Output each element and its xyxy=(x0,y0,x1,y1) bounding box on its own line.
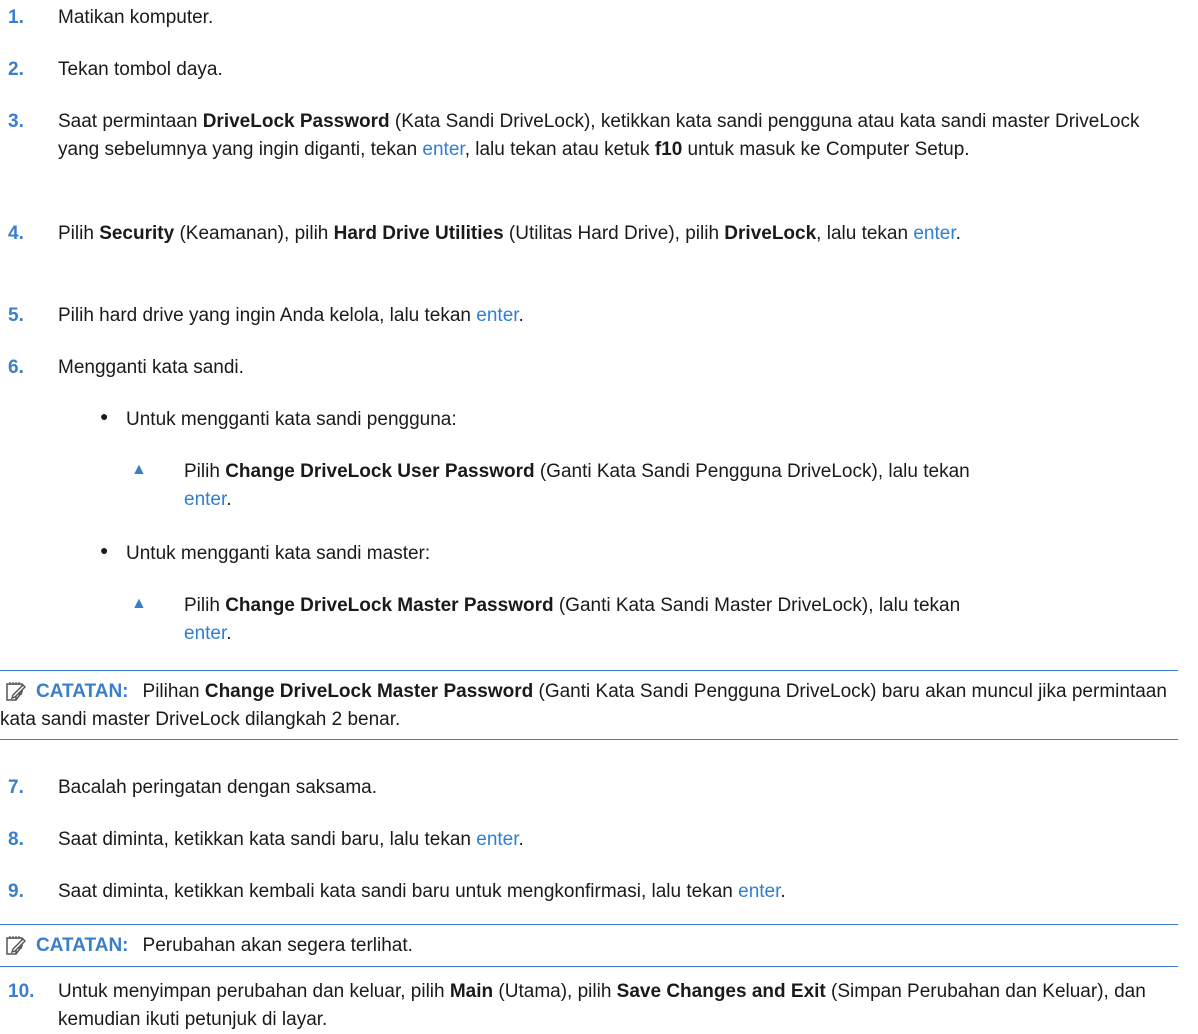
step-number: 3. xyxy=(8,111,24,132)
step-number: 10. xyxy=(8,981,35,1002)
triangle-icon: ▲ xyxy=(131,461,147,478)
step-number: 1. xyxy=(8,7,24,28)
step-7: 7. Bacalah peringatan dengan saksama. xyxy=(0,774,1178,802)
step-4: 4. Pilih Security (Keamanan), pilih Hard… xyxy=(0,220,1178,248)
enter-key-link[interactable]: enter xyxy=(738,881,780,902)
note-text: CATATAN: Pilihan Change DriveLock Master … xyxy=(0,681,1167,730)
enter-key-link[interactable]: enter xyxy=(184,623,226,644)
note-icon xyxy=(6,682,26,701)
enter-key-link[interactable]: enter xyxy=(913,223,955,244)
note-label: CATATAN: xyxy=(36,681,129,702)
note-box: CATATAN: Perubahan akan segera terlihat. xyxy=(0,924,1178,967)
enter-key-link[interactable]: enter xyxy=(184,489,226,510)
note-text: CATATAN: Perubahan akan segera terlihat. xyxy=(36,935,413,956)
action-text: Pilih Change DriveLock User Password (Ga… xyxy=(184,461,970,510)
note-box: CATATAN: Pilihan Change DriveLock Master … xyxy=(0,670,1178,741)
enter-key-link[interactable]: enter xyxy=(476,305,518,326)
sub-item-user-password: ● Untuk mengganti kata sandi pengguna: xyxy=(0,406,1178,434)
step-number: 8. xyxy=(8,829,24,850)
step-3: 3. Saat permintaan DriveLock Password (K… xyxy=(0,108,1178,163)
bullet-icon: ● xyxy=(100,542,109,558)
action-text: Pilih Change DriveLock Master Password (… xyxy=(184,595,961,644)
step-text: Saat diminta, ketikkan kembali kata sand… xyxy=(58,881,786,902)
bullet-icon: ● xyxy=(100,408,109,424)
step-text: Pilih hard drive yang ingin Anda kelola,… xyxy=(58,305,524,326)
step-8: 8. Saat diminta, ketikkan kata sandi bar… xyxy=(0,826,1178,854)
step-10: 10. Untuk menyimpan perubahan dan keluar… xyxy=(0,978,1178,1033)
step-9: 9. Saat diminta, ketikkan kembali kata s… xyxy=(0,878,1178,906)
action-change-user-password: ▲ Pilih Change DriveLock User Password (… xyxy=(0,458,1178,513)
step-text: Saat permintaan DriveLock Password (Kata… xyxy=(58,111,1140,160)
sub-item-label: Untuk mengganti kata sandi master: xyxy=(126,543,431,564)
note-label: CATATAN: xyxy=(36,935,129,956)
step-1: 1. Matikan komputer. xyxy=(0,4,1178,32)
action-change-master-password: ▲ Pilih Change DriveLock Master Password… xyxy=(0,592,1178,647)
step-text: Matikan komputer. xyxy=(58,7,214,28)
step-text: Tekan tombol daya. xyxy=(58,59,223,80)
triangle-icon: ▲ xyxy=(131,595,147,612)
document-page: 1. Matikan komputer. 2. Tekan tombol day… xyxy=(0,0,1198,1034)
step-number: 4. xyxy=(8,223,24,244)
step-2: 2. Tekan tombol daya. xyxy=(0,56,1178,84)
sub-item-label: Untuk mengganti kata sandi pengguna: xyxy=(126,409,457,430)
enter-key-link[interactable]: enter xyxy=(476,829,518,850)
sub-item-master-password: ● Untuk mengganti kata sandi master: xyxy=(0,540,1178,568)
step-number: 5. xyxy=(8,305,24,326)
note-icon xyxy=(6,936,26,955)
step-number: 9. xyxy=(8,881,24,902)
step-number: 6. xyxy=(8,357,24,378)
step-text: Untuk menyimpan perubahan dan keluar, pi… xyxy=(58,981,1146,1030)
step-text: Bacalah peringatan dengan saksama. xyxy=(58,777,378,798)
step-6: 6. Mengganti kata sandi. xyxy=(0,354,1178,382)
step-text: Saat diminta, ketikkan kata sandi baru, … xyxy=(58,829,524,850)
step-text: Mengganti kata sandi. xyxy=(58,357,244,378)
step-5: 5. Pilih hard drive yang ingin Anda kelo… xyxy=(0,302,1178,330)
step-text: Pilih Security (Keamanan), pilih Hard Dr… xyxy=(58,223,961,244)
enter-key-link[interactable]: enter xyxy=(422,139,464,160)
step-number: 2. xyxy=(8,59,24,80)
step-number: 7. xyxy=(8,777,24,798)
